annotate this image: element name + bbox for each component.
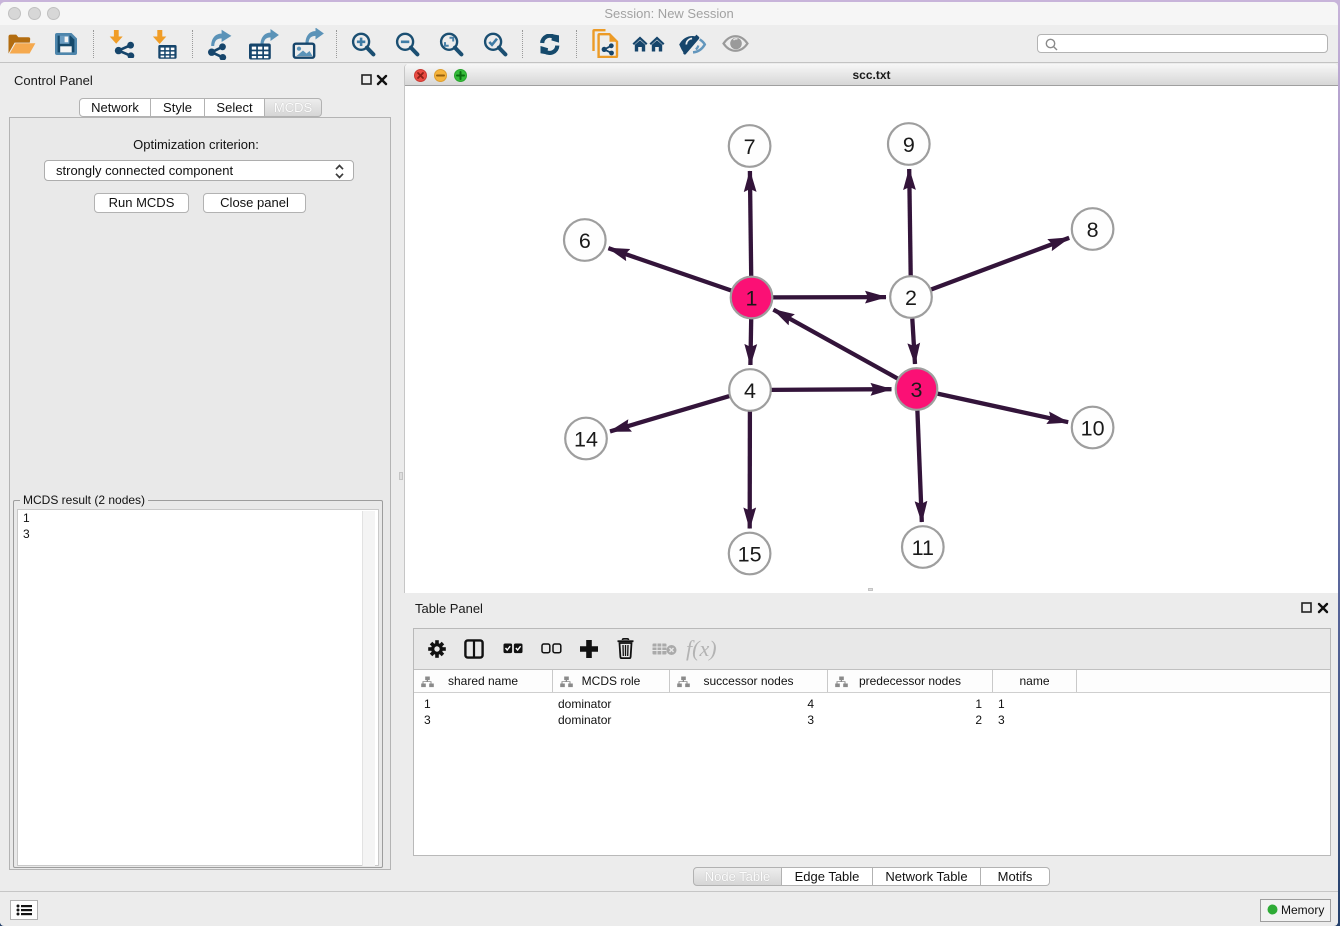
svg-text:11: 11	[912, 536, 934, 560]
svg-text:3: 3	[911, 378, 923, 402]
svg-text:1: 1	[746, 286, 758, 310]
svg-text:9: 9	[903, 133, 915, 157]
svg-text:2: 2	[905, 286, 917, 310]
svg-text:10: 10	[1081, 416, 1105, 440]
svg-text:14: 14	[574, 427, 598, 451]
svg-text:4: 4	[744, 379, 756, 403]
svg-text:7: 7	[744, 135, 756, 159]
svg-text:15: 15	[738, 542, 762, 566]
svg-text:6: 6	[579, 229, 591, 253]
svg-text:8: 8	[1087, 218, 1099, 242]
